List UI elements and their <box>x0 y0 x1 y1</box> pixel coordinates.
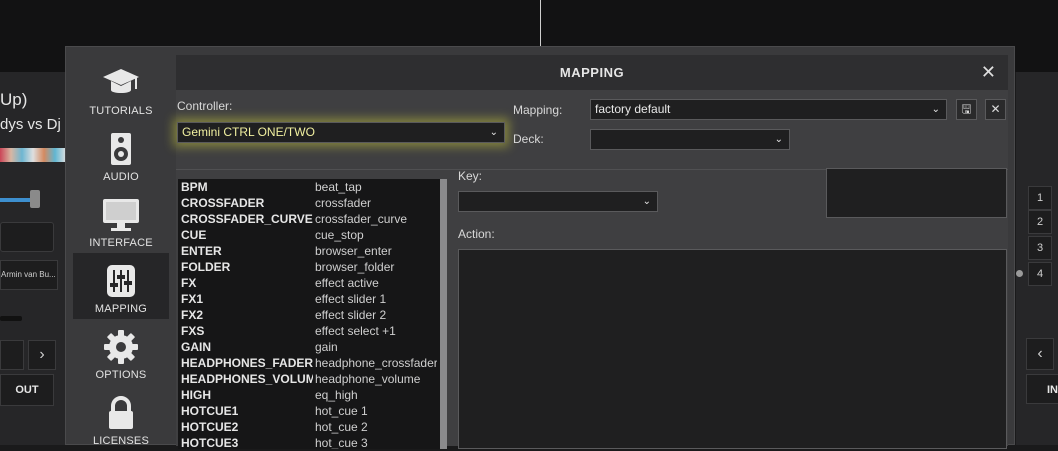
gear-icon <box>104 330 138 364</box>
sidebar-item-label: INTERFACE <box>89 237 153 249</box>
pitch-slider-knob[interactable] <box>30 190 40 208</box>
deck-button[interactable] <box>0 222 54 252</box>
right-deck-panel: 1 2 3 4 ‹ IN <box>1016 72 1058 445</box>
list-item[interactable]: FX1 effect slider 1 <box>178 291 441 307</box>
speaker-icon <box>111 133 131 165</box>
sidebar-item-licenses[interactable]: LICENSES <box>73 385 169 451</box>
list-item[interactable]: HEADPHONES_FADER headphone_crossfader <box>178 355 441 371</box>
mapping-label: Mapping: <box>513 103 563 117</box>
graduation-cap-icon <box>103 69 139 93</box>
deck-label: Deck: <box>513 132 544 146</box>
sidebar-item-label: OPTIONS <box>95 369 147 381</box>
pad-3-button[interactable]: 3 <box>1028 236 1052 260</box>
list-item[interactable]: HOTCUE1 hot_cue 1 <box>178 403 441 419</box>
list-item[interactable]: HOTCUE2 hot_cue 2 <box>178 419 441 435</box>
mapping-panel: MAPPING ✕ Controller: Gemini CTRL ONE/TW… <box>176 55 1008 449</box>
chevron-down-icon: ⌄ <box>642 196 651 207</box>
action-textarea[interactable] <box>458 249 1007 449</box>
sidebar-item-audio[interactable]: AUDIO <box>73 121 169 187</box>
dialog-title: MAPPING <box>559 65 625 80</box>
sidebar-item-label: AUDIO <box>103 171 139 183</box>
pad-2-button[interactable]: 2 <box>1028 210 1052 234</box>
loop-in-button[interactable]: IN <box>1026 374 1058 404</box>
delete-mapping-button[interactable]: ✕ <box>985 99 1006 120</box>
save-icon: 🖫 <box>961 102 972 116</box>
settings-dialog: TUTORIALS AUDIO INTERFACE MAPPING OPTION… <box>65 46 1015 449</box>
list-item[interactable]: HEADPHONES_VOLUME headphone_volume <box>178 371 441 387</box>
action-label: Action: <box>458 227 495 241</box>
sidebar-item-options[interactable]: OPTIONS <box>73 319 169 385</box>
deck-small-box[interactable] <box>0 340 24 370</box>
list-item[interactable]: BPM beat_tap <box>178 179 441 195</box>
chevron-down-icon: ⌄ <box>489 127 498 138</box>
key-select[interactable]: ⌄ <box>458 191 658 212</box>
list-item[interactable]: HOTCUE3 hot_cue 3 <box>178 435 441 449</box>
list-item[interactable]: CROSSFADER crossfader <box>178 195 441 211</box>
delete-icon: ✕ <box>990 102 1001 116</box>
dialog-titlebar: MAPPING ✕ <box>176 55 1008 90</box>
sidebar-item-label: MAPPING <box>94 303 148 315</box>
list-scrollbar[interactable] <box>440 179 447 449</box>
list-item[interactable]: ENTER browser_enter <box>178 243 441 259</box>
deck-select[interactable]: ⌄ <box>590 129 790 150</box>
controller-select[interactable]: Gemini CTRL ONE/TWO ⌄ <box>177 122 505 143</box>
sidebar-item-interface[interactable]: INTERFACE <box>73 187 169 253</box>
center-divider <box>540 0 541 46</box>
indicator-dot <box>1016 270 1023 277</box>
right-arrow-button[interactable]: › <box>28 340 56 370</box>
controller-label: Controller: <box>177 99 233 113</box>
list-item[interactable]: HIGH eq_high <box>178 387 441 403</box>
list-item[interactable]: FX effect active <box>178 275 441 291</box>
left-deck-panel: Up) dys vs Dj Armin van Bu... › OUT <box>0 72 70 445</box>
deck-mini-label[interactable]: Armin van Bu... <box>0 260 58 290</box>
mapping-select[interactable]: factory default ⌄ <box>590 99 947 120</box>
monitor-icon <box>103 199 139 231</box>
deck-level-bar <box>0 316 22 321</box>
deck-track-title: Up) <box>0 90 28 109</box>
list-item[interactable]: CROSSFADER_CURVE crossfader_curve <box>178 211 441 227</box>
loop-out-button[interactable]: OUT <box>0 374 54 406</box>
key-label: Key: <box>458 169 483 183</box>
list-item[interactable]: FOLDER browser_folder <box>178 259 441 275</box>
sidebar-item-tutorials[interactable]: TUTORIALS <box>73 55 169 121</box>
close-icon[interactable]: ✕ <box>981 62 996 83</box>
list-item[interactable]: CUE cue_stop <box>178 227 441 243</box>
controller-select-value: Gemini CTRL ONE/TWO <box>182 125 315 139</box>
lock-icon <box>109 396 133 429</box>
chevron-down-icon: ⌄ <box>774 134 783 145</box>
sidebar-item-label: TUTORIALS <box>89 105 153 117</box>
key-capture-box[interactable] <box>826 168 1007 218</box>
list-item[interactable]: FXS effect select +1 <box>178 323 441 339</box>
sidebar-item-label: LICENSES <box>92 435 149 447</box>
sidebar-item-mapping[interactable]: MAPPING <box>73 253 169 319</box>
settings-sidebar: TUTORIALS AUDIO INTERFACE MAPPING OPTION… <box>73 47 169 447</box>
mapping-select-value: factory default <box>595 102 671 116</box>
pad-4-button[interactable]: 4 <box>1028 262 1052 286</box>
deck-track-artist: dys vs Dj <box>0 116 61 133</box>
left-arrow-button[interactable]: ‹ <box>1026 338 1054 370</box>
list-item[interactable]: GAIN gain <box>178 339 441 355</box>
chevron-down-icon: ⌄ <box>931 104 940 115</box>
mapping-list[interactable]: BPM beat_tap CROSSFADER crossfader CROSSFA… <box>178 179 441 449</box>
waveform <box>0 148 66 162</box>
list-item[interactable]: FX2 effect slider 2 <box>178 307 441 323</box>
save-mapping-button[interactable]: 🖫 <box>956 99 977 120</box>
pad-1-button[interactable]: 1 <box>1028 186 1052 210</box>
sliders-icon <box>107 265 135 297</box>
